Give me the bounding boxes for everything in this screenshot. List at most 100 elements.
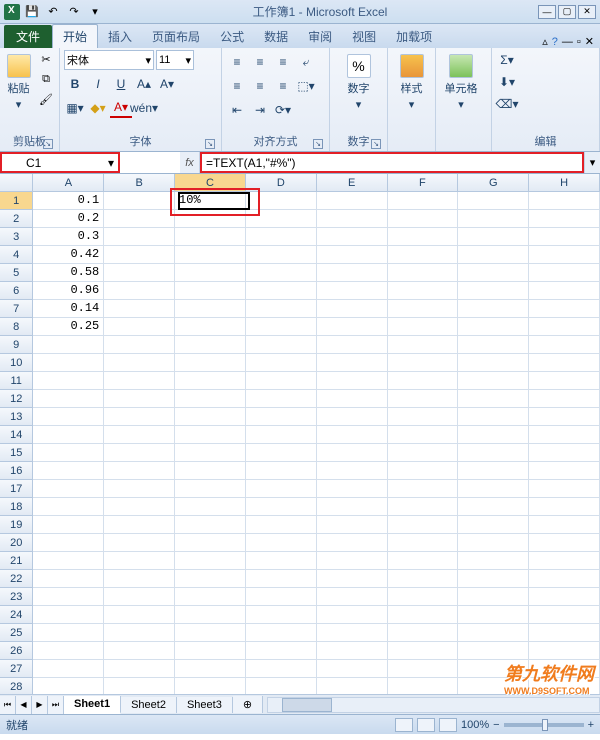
cell[interactable]	[388, 570, 459, 588]
cell[interactable]	[175, 642, 246, 660]
cell[interactable]	[104, 642, 175, 660]
cell[interactable]	[246, 264, 317, 282]
cell[interactable]	[246, 192, 317, 210]
cell[interactable]	[33, 480, 104, 498]
cell[interactable]	[104, 498, 175, 516]
copy-icon[interactable]: ⧉	[37, 70, 55, 88]
cell[interactable]	[388, 264, 459, 282]
new-sheet-button[interactable]: ⊕	[233, 696, 263, 713]
cell[interactable]: 0.96	[33, 282, 104, 300]
cell[interactable]	[458, 480, 529, 498]
cell[interactable]	[388, 462, 459, 480]
cell[interactable]	[104, 624, 175, 642]
cell[interactable]	[104, 354, 175, 372]
cell[interactable]	[529, 678, 600, 694]
minimize-ribbon-icon[interactable]: ▵	[542, 35, 548, 48]
cell[interactable]	[175, 354, 246, 372]
cell[interactable]: 0.3	[33, 228, 104, 246]
cell[interactable]	[529, 534, 600, 552]
row-header[interactable]: 22	[0, 570, 33, 588]
cell[interactable]	[175, 264, 246, 282]
cell[interactable]	[175, 426, 246, 444]
row-header[interactable]: 19	[0, 516, 33, 534]
minimize-button[interactable]: —	[538, 5, 556, 19]
normal-view-button[interactable]	[395, 718, 413, 732]
cell[interactable]	[33, 678, 104, 694]
cell[interactable]	[458, 462, 529, 480]
fill-button[interactable]: ⬇▾	[496, 72, 518, 92]
qat-dropdown-icon[interactable]: ▾	[86, 3, 104, 21]
cell[interactable]	[246, 210, 317, 228]
cell[interactable]	[33, 552, 104, 570]
col-header-B[interactable]: B	[104, 174, 175, 191]
row-header[interactable]: 6	[0, 282, 33, 300]
cell[interactable]	[175, 246, 246, 264]
cell[interactable]	[529, 372, 600, 390]
row-header[interactable]: 17	[0, 480, 33, 498]
cell[interactable]	[388, 606, 459, 624]
cell[interactable]	[388, 642, 459, 660]
cell[interactable]	[529, 570, 600, 588]
cell[interactable]	[458, 624, 529, 642]
cell[interactable]	[388, 480, 459, 498]
tab-formulas[interactable]: 公式	[210, 25, 254, 48]
cell[interactable]	[458, 264, 529, 282]
cell[interactable]	[529, 246, 600, 264]
cell[interactable]	[317, 426, 388, 444]
cell[interactable]	[529, 444, 600, 462]
cell[interactable]	[175, 516, 246, 534]
cell[interactable]	[388, 192, 459, 210]
cell[interactable]	[317, 624, 388, 642]
cell[interactable]	[458, 444, 529, 462]
tab-addins[interactable]: 加载项	[386, 25, 442, 48]
row-header[interactable]: 10	[0, 354, 33, 372]
cell[interactable]	[246, 660, 317, 678]
cell[interactable]	[388, 534, 459, 552]
redo-icon[interactable]: ↷	[65, 3, 83, 21]
cell[interactable]	[33, 516, 104, 534]
cell[interactable]: 0.42	[33, 246, 104, 264]
row-header[interactable]: 11	[0, 372, 33, 390]
cell[interactable]	[104, 372, 175, 390]
window-restore-icon[interactable]: ▫	[577, 36, 581, 48]
row-header[interactable]: 18	[0, 498, 33, 516]
cell[interactable]	[246, 462, 317, 480]
row-header[interactable]: 12	[0, 390, 33, 408]
zoom-out-button[interactable]: −	[493, 719, 499, 731]
cell[interactable]	[175, 336, 246, 354]
cell[interactable]	[246, 354, 317, 372]
sheet-nav-first[interactable]: ⏮	[0, 696, 16, 714]
row-header[interactable]: 15	[0, 444, 33, 462]
cell[interactable]	[246, 408, 317, 426]
font-size-select[interactable]: 11▾	[156, 50, 194, 70]
styles-button[interactable]: 样式 ▾	[392, 50, 431, 111]
name-box[interactable]: C1 ▾	[0, 152, 120, 173]
cell[interactable]	[388, 372, 459, 390]
phonetic-button[interactable]: wén▾	[133, 98, 155, 118]
cell[interactable]	[175, 300, 246, 318]
page-break-view-button[interactable]	[439, 718, 457, 732]
orientation-button[interactable]: ⟳▾	[272, 100, 294, 120]
cell[interactable]	[175, 390, 246, 408]
font-launcher[interactable]: ↘	[205, 139, 215, 149]
number-launcher[interactable]: ↘	[371, 139, 381, 149]
cell[interactable]	[104, 390, 175, 408]
tab-page-layout[interactable]: 页面布局	[142, 25, 210, 48]
cell[interactable]	[104, 534, 175, 552]
undo-icon[interactable]: ↶	[44, 3, 62, 21]
cell[interactable]	[175, 678, 246, 694]
row-header[interactable]: 21	[0, 552, 33, 570]
cell[interactable]	[458, 642, 529, 660]
cell[interactable]	[529, 390, 600, 408]
cell[interactable]	[388, 336, 459, 354]
clipboard-launcher[interactable]: ↘	[43, 139, 53, 149]
format-painter-icon[interactable]: 🖌	[37, 90, 55, 108]
cell[interactable]	[317, 246, 388, 264]
cell[interactable]	[317, 606, 388, 624]
col-header-F[interactable]: F	[388, 174, 459, 191]
cell[interactable]	[246, 318, 317, 336]
border-button[interactable]: ▦▾	[64, 98, 86, 118]
row-header[interactable]: 16	[0, 462, 33, 480]
cell[interactable]	[458, 498, 529, 516]
cell[interactable]	[104, 516, 175, 534]
